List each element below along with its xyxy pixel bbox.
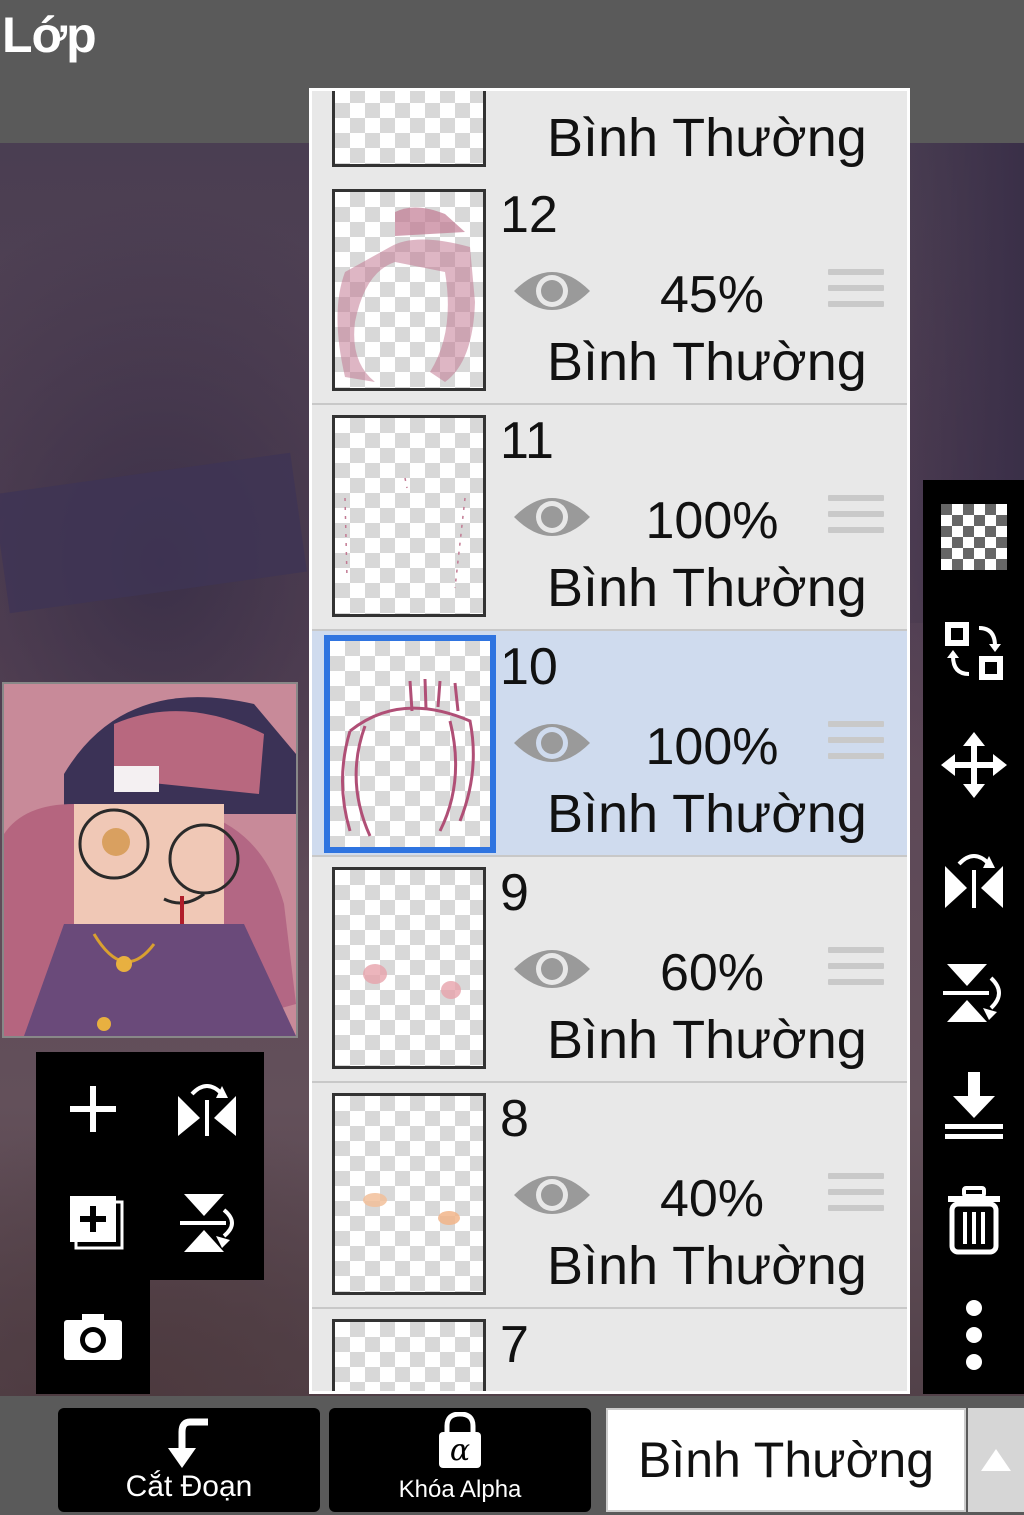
trash-icon <box>947 1186 1000 1255</box>
swap-layer-button[interactable] <box>923 594 1024 708</box>
canvas-preview[interactable] <box>2 682 298 1038</box>
layer-opacity[interactable]: 60% <box>612 943 812 1003</box>
layer-thumbnail <box>332 867 486 1069</box>
flip-vertical-button[interactable] <box>923 936 1024 1050</box>
swap-icon <box>944 622 1003 680</box>
layer-thumbnail <box>332 1319 486 1391</box>
layer-number: 12 <box>500 186 558 244</box>
duplicate-layer-icon <box>70 1196 124 1250</box>
layer-thumbnail <box>332 1093 486 1295</box>
layer-row[interactable]: 8 40% Bình Thường <box>312 1083 907 1309</box>
camera-button[interactable] <box>36 1280 150 1394</box>
flip-horizontal-icon <box>178 1084 236 1136</box>
layer-number: 10 <box>500 638 558 696</box>
flip-horizontal-button[interactable] <box>923 822 1024 936</box>
layer-number: 8 <box>500 1090 529 1148</box>
clipping-button[interactable]: Cắt Đoạn <box>58 1408 320 1512</box>
transparency-icon <box>940 504 1007 570</box>
blend-mode-dropdown-button[interactable] <box>968 1408 1024 1512</box>
merge-down-icon <box>944 1072 1003 1139</box>
more-icon <box>965 1300 982 1370</box>
layer-blend-mode: Bình Thường <box>547 1010 867 1070</box>
flip-vertical-icon <box>180 1194 234 1252</box>
camera-icon <box>64 1314 122 1360</box>
visibility-icon[interactable] <box>512 1165 592 1225</box>
layer-number: 9 <box>500 864 529 922</box>
svg-text:α: α <box>450 1433 470 1468</box>
layer-number: 11 <box>500 412 554 470</box>
delete-layer-button[interactable] <box>923 1164 1024 1278</box>
left-toolbox <box>36 1280 150 1394</box>
drag-handle-icon[interactable] <box>828 721 884 767</box>
layer-blend-mode: Bình Thường <box>547 784 867 844</box>
move-icon <box>940 732 1007 798</box>
layer-number: 7 <box>500 1316 529 1374</box>
layer-opacity[interactable]: 40% <box>612 1169 812 1229</box>
layer-thumbnail <box>332 415 486 617</box>
canvas-art-shape <box>0 452 307 614</box>
alpha-lock-label: Khóa Alpha <box>398 1476 522 1503</box>
layer-blend-mode: Bình Thường <box>547 332 867 392</box>
plus-icon <box>70 1086 116 1132</box>
layer-opacity[interactable]: 45% <box>612 265 812 325</box>
layer-row-selected[interactable]: 10 100% Bình Thường <box>312 631 907 857</box>
layer-opacity[interactable]: 100% <box>612 491 812 551</box>
duplicate-layer-button[interactable] <box>36 1166 150 1280</box>
triangle-up-icon <box>981 1449 1011 1471</box>
add-layer-button[interactable] <box>36 1052 150 1166</box>
drag-handle-icon[interactable] <box>828 269 884 315</box>
layer-blend-mode: Bình Thường <box>547 108 867 168</box>
layer-row[interactable]: 11 100% Bình Thường <box>312 405 907 631</box>
visibility-icon[interactable] <box>512 939 592 999</box>
transparency-button[interactable] <box>923 480 1024 594</box>
flip-horizontal-icon <box>944 854 1003 908</box>
layer-row[interactable]: Bình Thường <box>312 91 907 181</box>
layer-opacity[interactable]: 100% <box>612 717 812 777</box>
visibility-icon[interactable] <box>512 261 592 321</box>
flip-vertical-icon <box>942 964 1001 1022</box>
layer-thumbnail <box>324 635 496 853</box>
more-options-button[interactable] <box>923 1278 1024 1392</box>
drag-handle-icon[interactable] <box>828 495 884 541</box>
layer-row[interactable]: 9 60% Bình Thường <box>312 857 907 1083</box>
move-button[interactable] <box>923 708 1024 822</box>
flip-horizontal-button[interactable] <box>150 1052 264 1166</box>
drag-handle-icon[interactable] <box>828 947 884 993</box>
alpha-lock-button[interactable]: α Khóa Alpha <box>329 1408 591 1512</box>
clip-arrow-icon <box>168 1418 208 1468</box>
left-toolbox <box>36 1052 264 1280</box>
layer-row[interactable]: 12 45% Bình Thường <box>312 179 907 405</box>
layer-list[interactable]: Bình Thường 12 45% Bình Thường 11 100% B… <box>309 88 910 1394</box>
merge-down-button[interactable] <box>923 1050 1024 1164</box>
visibility-icon[interactable] <box>512 713 592 773</box>
right-toolbar <box>923 480 1024 1394</box>
layer-blend-mode: Bình Thường <box>547 1236 867 1296</box>
lock-alpha-icon: α <box>439 1412 481 1468</box>
visibility-icon[interactable] <box>512 487 592 547</box>
clipping-label: Cắt Đoạn <box>125 1470 253 1503</box>
blend-mode-select[interactable]: Bình Thường <box>606 1408 966 1512</box>
page-title: Lớp <box>2 7 97 63</box>
bottom-bar: Cắt Đoạn α Khóa Alpha Bình Thường <box>0 1396 1024 1515</box>
layer-blend-mode: Bình Thường <box>547 558 867 618</box>
flip-vertical-button[interactable] <box>150 1166 264 1280</box>
layer-thumbnail <box>332 91 486 167</box>
layer-row[interactable]: 7 <box>312 1309 907 1391</box>
drag-handle-icon[interactable] <box>828 1173 884 1219</box>
layer-thumbnail <box>332 189 486 391</box>
